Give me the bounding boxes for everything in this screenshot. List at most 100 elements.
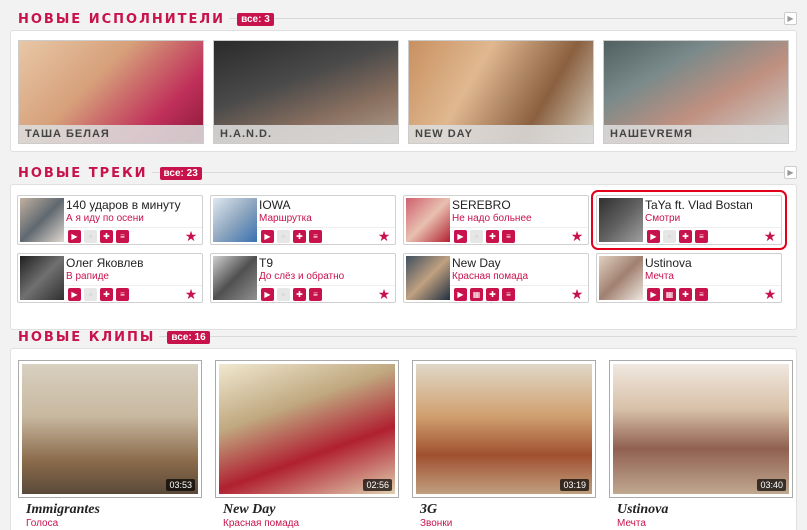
track-song[interactable]: Смотри (645, 213, 680, 224)
track-song[interactable]: А я иду по осени (66, 213, 144, 224)
arrow-right-icon[interactable]: ▶ (784, 166, 797, 179)
star-icon[interactable]: ★ (377, 229, 391, 243)
artists-panel: ТАША БЕЛАЯ H.A.N.D. NEW DAY НАШЕVREMЯ (10, 30, 797, 152)
track-card[interactable]: Олег Яковлев В рапиде ▶ ▫ ✚ ≡ ★ (17, 253, 203, 303)
track-actions: ▶ ▫ ✚ ≡ ★ (643, 227, 781, 244)
section-title: Новые треки (10, 165, 152, 181)
star-icon[interactable]: ★ (184, 229, 198, 243)
play-icon[interactable]: ▶ (261, 229, 274, 243)
artist-card[interactable]: NEW DAY (408, 40, 594, 144)
video-icon: ▫ (277, 287, 290, 301)
clip-title[interactable]: New Day (223, 502, 399, 518)
clip-artist[interactable]: Мечта (617, 518, 793, 529)
clip-thumbnail[interactable]: 03:19 (412, 360, 596, 498)
track-artist[interactable]: Т9 (259, 256, 391, 270)
track-card[interactable]: 140 ударов в минуту А я иду по осени ▶ ▫… (17, 195, 203, 245)
clip-artist[interactable]: Красная помада (223, 518, 399, 529)
artist-card[interactable]: H.A.N.D. (213, 40, 399, 144)
play-icon[interactable]: ▶ (68, 287, 81, 301)
clip-title[interactable]: Ustinova (617, 502, 793, 518)
clip-artist[interactable]: Голоса (26, 518, 202, 529)
track-artist[interactable]: SEREBRO (452, 198, 584, 212)
track-card[interactable]: New Day Красная помада ▶ ▦ ✚ ≡ ★ (403, 253, 589, 303)
add-icon[interactable]: ✚ (486, 229, 499, 243)
list-icon[interactable]: ≡ (695, 287, 708, 301)
list-icon[interactable]: ≡ (502, 287, 515, 301)
track-artist[interactable]: Ustinova (645, 256, 777, 270)
section-header: Новые исполнители все: 3 ▶ (10, 8, 797, 30)
track-artist[interactable]: New Day (452, 256, 584, 270)
all-count-badge[interactable]: все: 16 (167, 330, 210, 344)
star-icon[interactable]: ★ (377, 287, 391, 301)
clip-thumbnail[interactable]: 03:53 (18, 360, 202, 498)
clip-artist[interactable]: Звонки (420, 518, 596, 529)
add-icon[interactable]: ✚ (679, 229, 692, 243)
track-cover (599, 256, 643, 300)
star-icon[interactable]: ★ (763, 287, 777, 301)
star-icon[interactable]: ★ (570, 287, 584, 301)
artist-card[interactable]: ТАША БЕЛАЯ (18, 40, 204, 144)
clip-title[interactable]: 3G (420, 502, 596, 518)
section-header: Новые клипы все: 16 (10, 326, 797, 348)
list-icon[interactable]: ≡ (309, 229, 322, 243)
list-icon[interactable]: ≡ (309, 287, 322, 301)
track-card[interactable]: Т9 До слёз и обратно ▶ ▫ ✚ ≡ ★ (210, 253, 396, 303)
clip-card[interactable]: 03:53 Immigrantes Голоса (18, 360, 202, 530)
video-icon[interactable]: ▦ (470, 287, 483, 301)
play-icon[interactable]: ▶ (454, 287, 467, 301)
add-icon[interactable]: ✚ (293, 229, 306, 243)
star-icon[interactable]: ★ (184, 287, 198, 301)
add-icon[interactable]: ✚ (679, 287, 692, 301)
clip-duration: 03:19 (560, 479, 589, 491)
play-icon[interactable]: ▶ (454, 229, 467, 243)
track-song[interactable]: Не надо больнее (452, 213, 532, 224)
add-icon[interactable]: ✚ (293, 287, 306, 301)
track-artist[interactable]: Олег Яковлев (66, 256, 198, 270)
play-icon[interactable]: ▶ (647, 229, 660, 243)
clip-card[interactable]: 02:56 New Day Красная помада (215, 360, 399, 530)
list-icon[interactable]: ≡ (116, 229, 129, 243)
section-title: Новые клипы (10, 329, 160, 345)
track-actions: ▶ ▫ ✚ ≡ ★ (64, 285, 202, 302)
play-icon[interactable]: ▶ (68, 229, 81, 243)
track-song[interactable]: Маршрутка (259, 213, 312, 224)
track-artist[interactable]: TaYa ft. Vlad Bostan (645, 198, 777, 212)
add-icon[interactable]: ✚ (486, 287, 499, 301)
track-card[interactable]: Ustinova Мечта ▶ ▦ ✚ ≡ ★ (596, 253, 782, 303)
clip-card[interactable]: 03:19 3G Звонки (412, 360, 596, 530)
clip-thumbnail[interactable]: 03:40 (609, 360, 793, 498)
track-song[interactable]: В рапиде (66, 271, 109, 282)
star-icon[interactable]: ★ (570, 229, 584, 243)
track-card[interactable]: IOWA Маршрутка ▶ ▫ ✚ ≡ ★ (210, 195, 396, 245)
track-card-highlighted[interactable]: TaYa ft. Vlad Bostan Смотри ▶ ▫ ✚ ≡ ★ (591, 190, 787, 250)
all-count-badge[interactable]: все: 23 (159, 166, 202, 180)
arrow-right-icon[interactable]: ▶ (784, 12, 797, 25)
track-song[interactable]: До слёз и обратно (259, 271, 344, 282)
clip-card[interactable]: 03:40 Ustinova Мечта (609, 360, 793, 530)
track-card[interactable]: SEREBRO Не надо больнее ▶ ▫ ✚ ≡ ★ (403, 195, 589, 245)
video-icon: ▫ (663, 229, 676, 243)
tracks-panel: 140 ударов в минуту А я иду по осени ▶ ▫… (10, 184, 797, 330)
artist-name: НАШЕVREMЯ (604, 125, 788, 143)
play-icon[interactable]: ▶ (261, 287, 274, 301)
list-icon[interactable]: ≡ (502, 229, 515, 243)
play-icon[interactable]: ▶ (647, 287, 660, 301)
star-icon[interactable]: ★ (763, 229, 777, 243)
list-icon[interactable]: ≡ (695, 229, 708, 243)
add-icon[interactable]: ✚ (100, 287, 113, 301)
track-cover (406, 256, 450, 300)
artist-card[interactable]: НАШЕVREMЯ (603, 40, 789, 144)
track-song[interactable]: Мечта (645, 271, 674, 282)
track-artist[interactable]: 140 ударов в минуту (66, 198, 198, 212)
video-icon: ▫ (84, 287, 97, 301)
artist-name: ТАША БЕЛАЯ (19, 125, 203, 143)
track-song[interactable]: Красная помада (452, 271, 528, 282)
list-icon[interactable]: ≡ (116, 287, 129, 301)
add-icon[interactable]: ✚ (100, 229, 113, 243)
video-icon[interactable]: ▦ (663, 287, 676, 301)
clip-image (613, 364, 789, 494)
clip-thumbnail[interactable]: 02:56 (215, 360, 399, 498)
track-artist[interactable]: IOWA (259, 198, 391, 212)
clip-title[interactable]: Immigrantes (26, 502, 202, 518)
all-count-badge[interactable]: все: 3 (237, 12, 274, 26)
